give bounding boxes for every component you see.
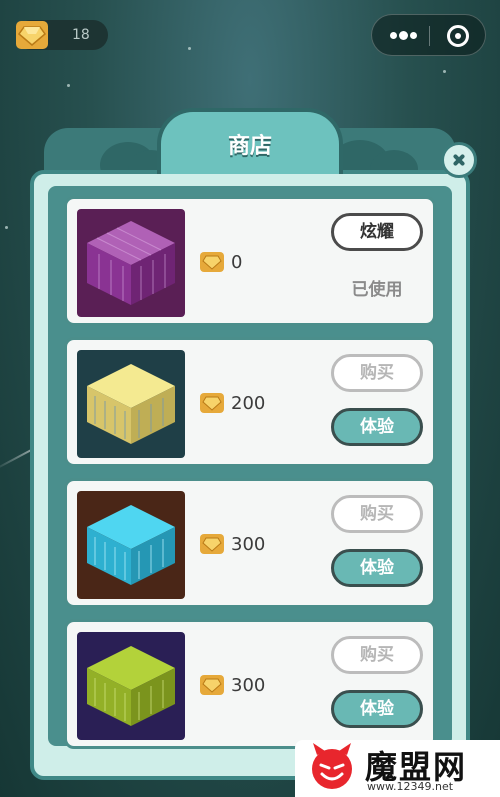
price-value: 200 [231,393,266,414]
shop-item: 300 购买 体验 [64,619,436,749]
shop-item: 300 购买 体验 [64,478,436,608]
price-value: 0 [231,252,243,273]
buy-button[interactable]: 购买 [331,354,423,392]
green-block-thumbnail [77,632,185,740]
show-off-button[interactable]: 炫耀 [331,213,423,251]
star [188,47,191,50]
gold-gem-icon [200,393,224,413]
shop-title-tab: 商店 [157,108,343,174]
close-icon[interactable] [441,142,477,178]
capsule-divider [429,26,430,46]
watermark-url: www.12349.net [367,780,454,793]
try-button[interactable]: 体验 [331,408,423,446]
gold-gem-icon [14,18,50,52]
try-button[interactable]: 体验 [331,549,423,587]
gem-count: 18 [72,27,90,43]
yellow-block-thumbnail [77,350,185,458]
more-dots-icon[interactable] [390,31,417,40]
buy-button[interactable]: 购买 [331,636,423,674]
cyan-block-thumbnail [77,491,185,599]
target-circle-icon[interactable] [447,25,469,47]
shop-item: 0 炫耀 已使用 [64,196,436,326]
price-value: 300 [231,675,266,696]
gold-gem-icon [200,675,224,695]
purple-block-thumbnail [77,209,185,317]
mini-program-capsule [371,14,486,56]
shop-item: 200 购买 体验 [64,337,436,467]
star [67,84,70,87]
price-value: 300 [231,534,266,555]
gold-gem-icon [200,534,224,554]
gem-counter: 18 [16,20,108,50]
try-button[interactable]: 体验 [331,690,423,728]
star [5,226,8,229]
gold-gem-icon [200,252,224,272]
buy-button[interactable]: 购买 [331,495,423,533]
star [443,70,446,73]
devil-face-logo [312,743,352,789]
in-use-status: 已使用 [351,280,403,300]
shop-title: 商店 [227,134,272,159]
site-watermark: 魔盟网 www.12349.net [295,740,500,797]
